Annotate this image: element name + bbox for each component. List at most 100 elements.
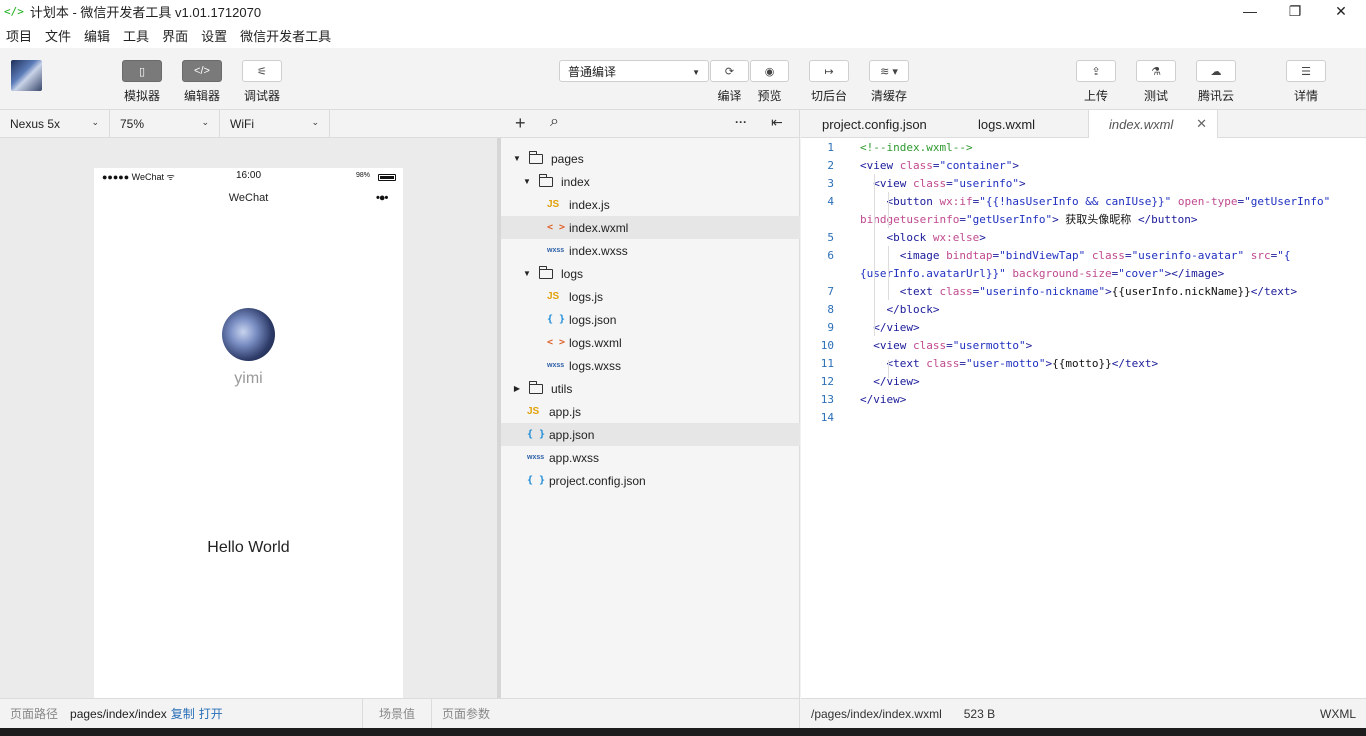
tree-item-label: index.wxss xyxy=(569,243,628,258)
network-select[interactable]: WiFi ⌄ xyxy=(220,110,330,137)
test-label: 测试 xyxy=(1143,89,1168,103)
code-line[interactable]: 10 <view class="usermotto"> xyxy=(801,336,1366,354)
tree-file-app-js[interactable]: JS app.js xyxy=(501,400,800,423)
code-line[interactable]: 3 <view class="userinfo"> xyxy=(801,174,1366,192)
tree-file-index-wxml[interactable]: < > index.wxml xyxy=(501,216,800,239)
line-number: 14 xyxy=(820,410,834,424)
refresh-icon[interactable]: ⟳ xyxy=(710,60,749,82)
line-number: 13 xyxy=(820,392,834,406)
compile-button[interactable]: ⟳ 编译 xyxy=(710,60,749,104)
details-button[interactable]: ☰ 详情 xyxy=(1286,60,1326,104)
tencent-cloud-button[interactable]: ☁ 腾讯云 xyxy=(1196,60,1236,104)
code-editor[interactable]: 1 <!--index.wxml--> 2 <view class="containe… xyxy=(801,138,1366,698)
js-file-icon: JS xyxy=(527,406,540,417)
compile-mode-select[interactable]: 普通编译 ▼ xyxy=(559,60,709,82)
sliders-icon[interactable]: ⚟ xyxy=(242,60,282,82)
phone-screen[interactable]: ●●●●● WeChat ᯤ 16:00 98% WeChat •●• yimi… xyxy=(94,168,403,698)
menu-interface[interactable]: 界面 xyxy=(162,26,188,45)
maximize-button[interactable]: ❐ xyxy=(1272,0,1318,22)
tab-project-config[interactable]: project.config.json xyxy=(822,110,927,138)
search-icon[interactable]: ⌕ xyxy=(550,113,559,131)
device-select[interactable]: Nexus 5x ⌄ xyxy=(0,110,110,137)
tree-file-logs-json[interactable]: { } logs.json xyxy=(501,308,800,331)
menu-project[interactable]: 项目 xyxy=(6,26,32,45)
add-file-icon[interactable]: + xyxy=(515,113,526,134)
menu-tools[interactable]: 工具 xyxy=(123,26,149,45)
menu-settings[interactable]: 设置 xyxy=(201,26,227,45)
tree-file-logs-js[interactable]: JS logs.js xyxy=(501,285,800,308)
tree-file-project-config[interactable]: { } project.config.json xyxy=(501,469,800,492)
clear-cache-button[interactable]: ≋ ▾ 清缓存 xyxy=(869,60,909,104)
menu-file[interactable]: 文件 xyxy=(45,26,71,45)
code-line[interactable]: 4 <button wx:if="{{!hasUserInfo && canIU… xyxy=(801,192,1366,210)
network-value: WiFi xyxy=(230,116,254,131)
code-line[interactable]: 2 <view class="container"> xyxy=(801,156,1366,174)
tree-item-label: project.config.json xyxy=(549,473,646,488)
folder-open-icon xyxy=(529,150,543,164)
userinfo-avatar[interactable] xyxy=(222,308,275,361)
layers-icon[interactable]: ≋ ▾ xyxy=(869,60,909,82)
user-avatar-icon[interactable] xyxy=(11,60,42,91)
open-link[interactable]: 打开 xyxy=(199,705,223,722)
code-line[interactable]: 6 <image bindtap="bindViewTap" class="us… xyxy=(801,246,1366,264)
compile-mode-value: 普通编译 xyxy=(568,64,617,79)
code-line[interactable]: {userInfo.avatarUrl}}" background-size="… xyxy=(801,264,1366,282)
preview-button[interactable]: ◉ 预览 xyxy=(750,60,789,104)
code-line[interactable]: 5 <block wx:else> xyxy=(801,228,1366,246)
copy-link[interactable]: 复制 xyxy=(171,705,195,722)
minimize-button[interactable]: — xyxy=(1227,0,1273,22)
code-line[interactable]: bindgetuserinfo="getUserInfo"> 获取头像昵称 </… xyxy=(801,210,1366,228)
menu-icon[interactable]: ☰ xyxy=(1286,60,1326,82)
tree-file-logs-wxss[interactable]: wxss logs.wxss xyxy=(501,354,800,377)
tree-file-index-wxss[interactable]: wxss index.wxss xyxy=(501,239,800,262)
more-dots-icon[interactable]: •●• xyxy=(376,192,388,204)
tree-folder-logs[interactable]: ▼ logs xyxy=(501,262,800,285)
tree-file-logs-wxml[interactable]: < > logs.wxml xyxy=(501,331,800,354)
code-line[interactable]: 11 <text class="user-motto">{{motto}}</t… xyxy=(801,354,1366,372)
zoom-select[interactable]: 75% ⌄ xyxy=(110,110,220,137)
tab-index-wxml[interactable]: index.wxml ✕ xyxy=(1088,110,1218,139)
code-line[interactable]: 12 </view> xyxy=(801,372,1366,390)
language-mode[interactable]: WXML xyxy=(1320,707,1356,721)
editor-toggle[interactable]: </> 编辑器 xyxy=(182,60,222,104)
tree-folder-index[interactable]: ▼ index xyxy=(501,170,800,193)
code-line[interactable]: 14 xyxy=(801,408,1366,426)
tree-item-label: utils xyxy=(551,381,573,396)
tree-file-index-js[interactable]: JS index.js xyxy=(501,193,800,216)
more-icon[interactable]: ··· xyxy=(735,115,747,129)
code-line[interactable]: 13 </view> xyxy=(801,390,1366,408)
menu-devtools[interactable]: 微信开发者工具 xyxy=(240,26,331,45)
debugger-toggle[interactable]: ⚟ 调试器 xyxy=(242,60,282,104)
page-params-button[interactable]: 页面参数 xyxy=(442,705,490,722)
eye-icon[interactable]: ◉ xyxy=(750,60,789,82)
tree-file-app-json[interactable]: { } app.json xyxy=(501,423,800,446)
scene-value-button[interactable]: 场景值 xyxy=(379,705,415,722)
test-button[interactable]: ⚗ 测试 xyxy=(1136,60,1176,104)
upload-button[interactable]: ⇪ 上传 xyxy=(1076,60,1116,104)
menu-edit[interactable]: 编辑 xyxy=(84,26,110,45)
flask-icon[interactable]: ⚗ xyxy=(1136,60,1176,82)
collapse-icon[interactable]: ⇤ xyxy=(771,114,783,131)
code-line[interactable]: 8 </block> xyxy=(801,300,1366,318)
upload-icon[interactable]: ⇪ xyxy=(1076,60,1116,82)
close-tab-icon[interactable]: ✕ xyxy=(1196,116,1207,132)
tree-folder-utils[interactable]: ▶ utils xyxy=(501,377,800,400)
close-window-button[interactable]: ✕ xyxy=(1318,0,1364,22)
switch-background-icon[interactable]: ↦ xyxy=(809,60,849,82)
code-line[interactable]: 7 <text class="userinfo-nickname">{{user… xyxy=(801,282,1366,300)
tab-logs-wxml[interactable]: logs.wxml xyxy=(978,110,1035,138)
code-line[interactable]: 9 </view> xyxy=(801,318,1366,336)
cloud-icon[interactable]: ☁ xyxy=(1196,60,1236,82)
line-number: 12 xyxy=(820,374,834,388)
json-file-icon: { } xyxy=(527,429,546,440)
background-button[interactable]: ↦ 切后台 xyxy=(809,60,849,104)
line-number: 8 xyxy=(827,302,834,316)
simulator-toggle[interactable]: ▯ 模拟器 xyxy=(122,60,162,104)
code-icon[interactable]: </> xyxy=(182,60,222,82)
tree-folder-pages[interactable]: ▼ pages xyxy=(501,147,800,170)
window-title: 计划本 - 微信开发者工具 v1.01.1712070 xyxy=(29,4,262,20)
clear-cache-label: 清缓存 xyxy=(870,89,907,103)
phone-icon[interactable]: ▯ xyxy=(122,60,162,82)
tree-file-app-wxss[interactable]: wxss app.wxss xyxy=(501,446,800,469)
code-line[interactable]: 1 <!--index.wxml--> xyxy=(801,138,1366,156)
